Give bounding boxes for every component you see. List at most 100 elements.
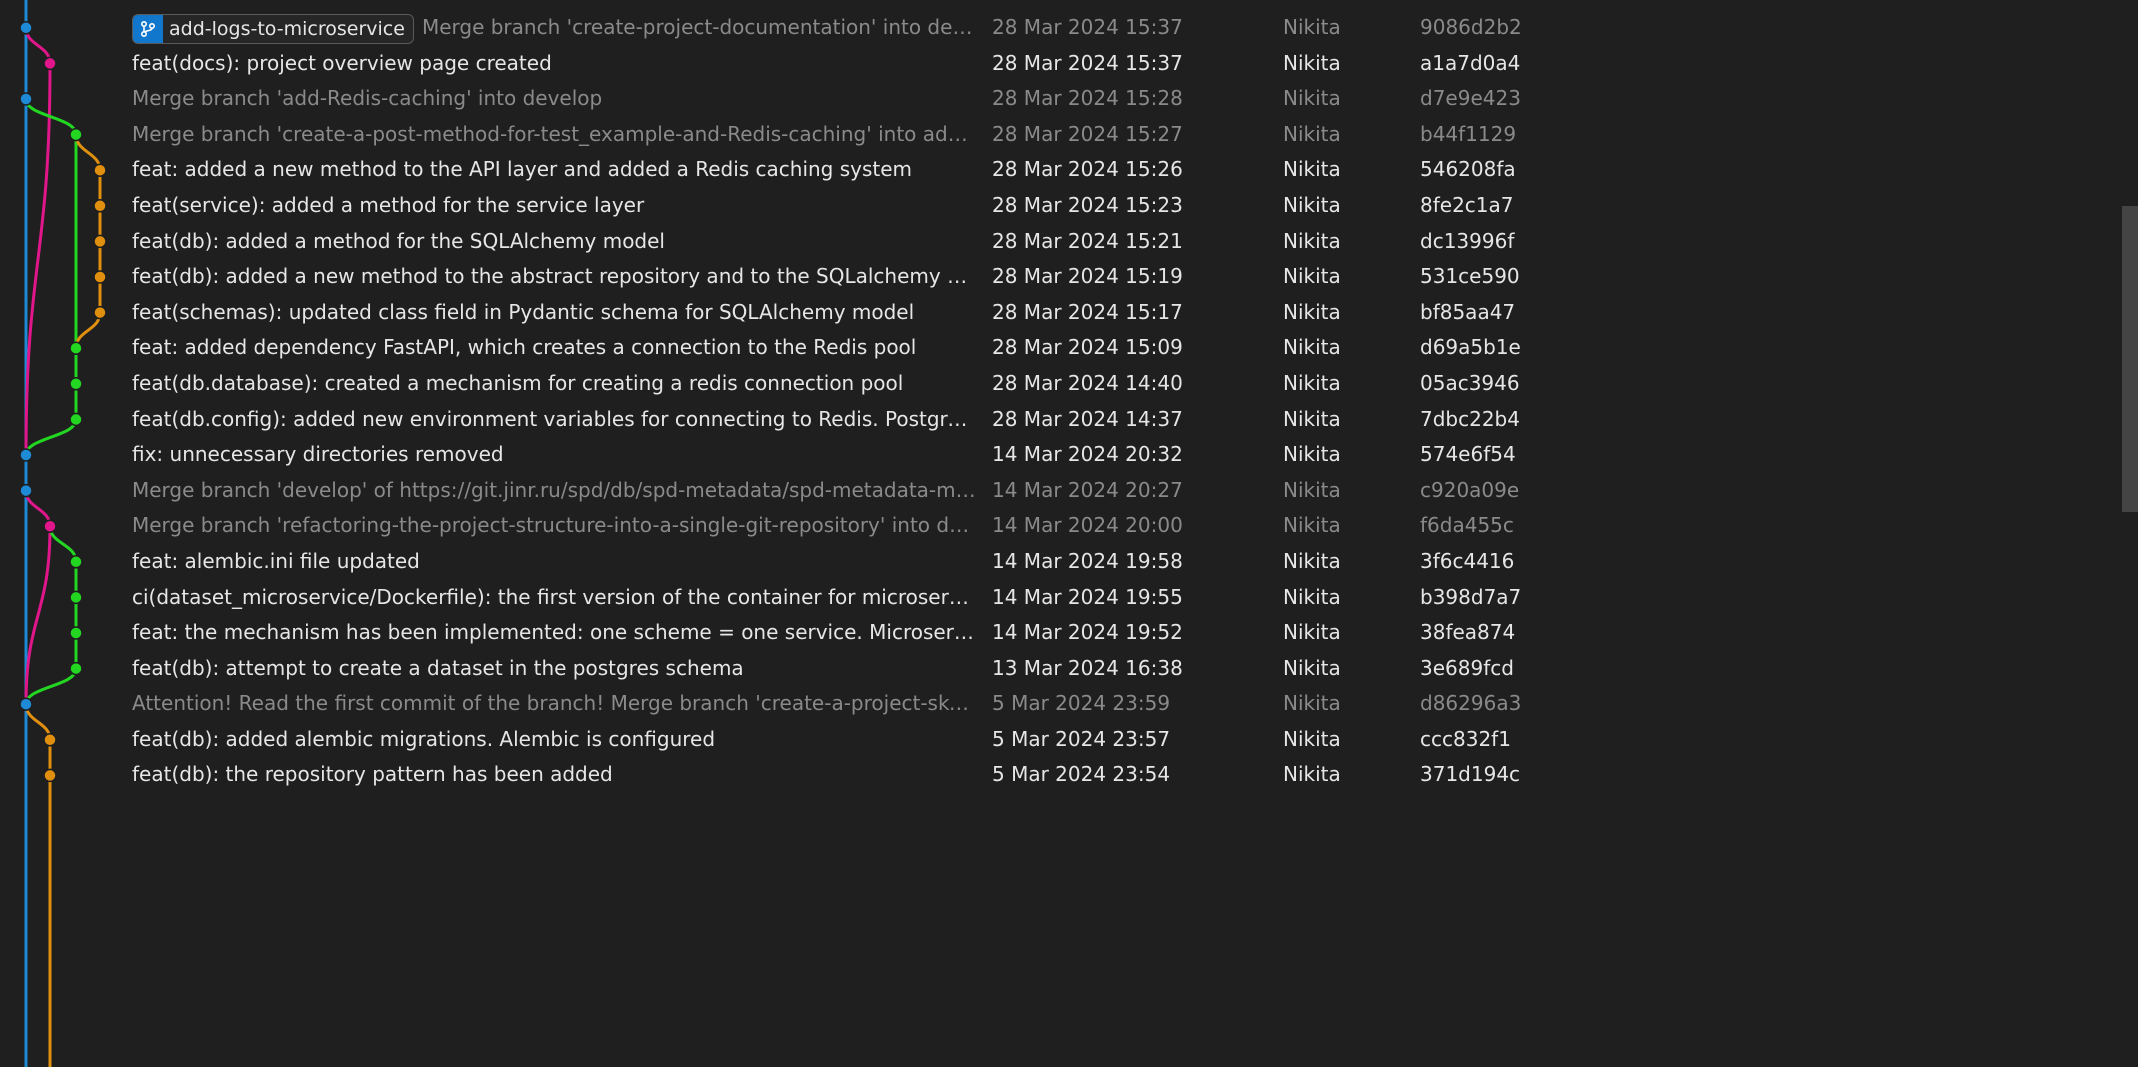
commit-author: Nikita bbox=[1283, 370, 1341, 395]
commit-date: 28 Mar 2024 15:23 bbox=[992, 192, 1183, 217]
commit-message: feat: added a new method to the API laye… bbox=[132, 152, 977, 188]
commit-row[interactable]: feat: added dependency FastAPI, which cr… bbox=[0, 330, 2138, 366]
commit-date: 28 Mar 2024 15:37 bbox=[992, 15, 1183, 39]
commit-hash: b44f1129 bbox=[1420, 121, 1517, 146]
commit-hash: bf85aa47 bbox=[1420, 299, 1516, 324]
commit-message-text: feat(schemas): updated class field in Py… bbox=[132, 299, 915, 324]
commit-row[interactable]: feat(service): added a method for the se… bbox=[0, 188, 2138, 224]
commit-date: 28 Mar 2024 15:27 bbox=[992, 121, 1183, 146]
commit-message-text: feat(service): added a method for the se… bbox=[132, 192, 645, 217]
commit-hash: d86296a3 bbox=[1420, 691, 1522, 716]
commit-date: 14 Mar 2024 19:55 bbox=[992, 584, 1183, 609]
commit-message-text: feat: the mechanism has been implemented… bbox=[132, 620, 977, 645]
commit-row[interactable]: ci(dataset_microservice/Dockerfile): the… bbox=[0, 580, 2138, 616]
commit-message: feat(db): attempt to create a dataset in… bbox=[132, 651, 977, 687]
commit-message-text: feat(db): added a new method to the abst… bbox=[132, 264, 977, 289]
commit-hash: 7dbc22b4 bbox=[1420, 406, 1520, 431]
commit-row[interactable]: feat: alembic.ini file updated 14 Mar 202… bbox=[0, 544, 2138, 580]
commit-hash: 531ce590 bbox=[1420, 264, 1520, 289]
scrollbar-thumb[interactable] bbox=[2122, 206, 2138, 512]
commit-row[interactable]: feat: added a new method to the API laye… bbox=[0, 152, 2138, 188]
commit-date: 14 Mar 2024 19:58 bbox=[992, 548, 1183, 573]
commit-message: feat(service): added a method for the se… bbox=[132, 188, 977, 224]
branch-badge[interactable]: add-logs-to-microservice bbox=[132, 13, 414, 44]
commit-date: 28 Mar 2024 15:17 bbox=[992, 299, 1183, 324]
commit-hash: 05ac3946 bbox=[1420, 370, 1520, 395]
commit-message: Attention! Read the first commit of the … bbox=[132, 686, 977, 722]
commit-author: Nikita bbox=[1283, 726, 1341, 751]
commit-row[interactable]: add-logs-to-microservice Merge branch 'cr… bbox=[0, 10, 2138, 46]
commit-message-text: feat(db.config): added new environment v… bbox=[132, 406, 977, 431]
commit-author: Nikita bbox=[1283, 548, 1341, 573]
commit-date: 28 Mar 2024 15:37 bbox=[992, 50, 1183, 75]
commit-row[interactable]: fix: unnecessary directories removed 14 M… bbox=[0, 437, 2138, 473]
commit-author: Nikita bbox=[1283, 513, 1341, 538]
commit-hash: 574e6f54 bbox=[1420, 442, 1516, 467]
commit-row[interactable]: feat(docs): project overview page create… bbox=[0, 46, 2138, 82]
commit-row[interactable]: Merge branch 'refactoring-the-project-st… bbox=[0, 508, 2138, 544]
commit-author: Nikita bbox=[1283, 335, 1341, 360]
commit-date: 28 Mar 2024 15:19 bbox=[992, 264, 1183, 289]
commit-message-text: Merge branch 'create-a-post-method-for-t… bbox=[132, 121, 977, 146]
commit-hash: 38fea874 bbox=[1420, 620, 1516, 645]
commit-author: Nikita bbox=[1283, 584, 1341, 609]
commit-list: add-logs-to-microservice Merge branch 'cr… bbox=[0, 10, 2138, 793]
commit-row[interactable]: feat(db): added a new method to the abst… bbox=[0, 259, 2138, 295]
commit-message-text: feat: added dependency FastAPI, which cr… bbox=[132, 335, 917, 360]
commit-date: 28 Mar 2024 15:09 bbox=[992, 335, 1183, 360]
commit-hash: dc13996f bbox=[1420, 228, 1515, 253]
commit-row[interactable]: Merge branch 'add-Redis-caching' into de… bbox=[0, 81, 2138, 117]
commit-message-text: Attention! Read the first commit of the … bbox=[132, 691, 977, 716]
commit-author: Nikita bbox=[1283, 691, 1341, 716]
commit-date: 13 Mar 2024 16:38 bbox=[992, 655, 1183, 680]
commit-row[interactable]: Merge branch 'create-a-post-method-for-t… bbox=[0, 117, 2138, 153]
commit-message: feat: the mechanism has been implemented… bbox=[132, 615, 977, 651]
commit-message: feat: alembic.ini file updated bbox=[132, 544, 977, 580]
commit-message: Merge branch 'develop' of https://git.ji… bbox=[132, 473, 977, 509]
commit-row[interactable]: feat(schemas): updated class field in Py… bbox=[0, 295, 2138, 331]
commit-author: Nikita bbox=[1283, 762, 1341, 787]
commit-message: feat(db): added a new method to the abst… bbox=[132, 259, 977, 295]
commit-message-text: feat(db): the repository pattern has bee… bbox=[132, 762, 613, 787]
commit-author: Nikita bbox=[1283, 50, 1341, 75]
commit-date: 5 Mar 2024 23:54 bbox=[992, 762, 1171, 787]
commit-author: Nikita bbox=[1283, 442, 1341, 467]
commit-message: fix: unnecessary directories removed bbox=[132, 437, 977, 473]
commit-author: Nikita bbox=[1283, 264, 1341, 289]
commit-hash: 3f6c4416 bbox=[1420, 548, 1515, 573]
commit-row[interactable]: feat(db.config): added new environment v… bbox=[0, 402, 2138, 438]
commit-message-text: feat(db): added a method for the SQLAlch… bbox=[132, 228, 665, 253]
commit-row[interactable]: feat(db.database): created a mechanism f… bbox=[0, 366, 2138, 402]
commit-author: Nikita bbox=[1283, 299, 1341, 324]
commit-message-text: Merge branch 'refactoring-the-project-st… bbox=[132, 513, 977, 538]
commit-author: Nikita bbox=[1283, 620, 1341, 645]
commit-author: Nikita bbox=[1283, 157, 1341, 182]
commit-message: feat(schemas): updated class field in Py… bbox=[132, 295, 977, 331]
commit-message-text: feat(db): added alembic migrations. Alem… bbox=[132, 726, 716, 751]
commit-message-text: feat(docs): project overview page create… bbox=[132, 50, 552, 75]
commit-message-text: feat: added a new method to the API laye… bbox=[132, 157, 913, 182]
commit-message: feat(db.config): added new environment v… bbox=[132, 402, 977, 438]
commit-row[interactable]: feat: the mechanism has been implemented… bbox=[0, 615, 2138, 651]
commit-row[interactable]: feat(db): attempt to create a dataset in… bbox=[0, 651, 2138, 687]
commit-row[interactable]: Attention! Read the first commit of the … bbox=[0, 686, 2138, 722]
commit-date: 5 Mar 2024 23:59 bbox=[992, 691, 1171, 716]
commit-row[interactable]: Merge branch 'develop' of https://git.ji… bbox=[0, 473, 2138, 509]
commit-message: feat(db): the repository pattern has bee… bbox=[132, 757, 977, 793]
commit-message: feat(db.database): created a mechanism f… bbox=[132, 366, 977, 402]
commit-author: Nikita bbox=[1283, 477, 1341, 502]
commit-row[interactable]: feat(db): added a method for the SQLAlch… bbox=[0, 224, 2138, 260]
commit-author: Nikita bbox=[1283, 121, 1341, 146]
commit-date: 14 Mar 2024 20:32 bbox=[992, 442, 1183, 467]
commit-row[interactable]: feat(db): added alembic migrations. Alem… bbox=[0, 722, 2138, 758]
commit-date: 28 Mar 2024 14:37 bbox=[992, 406, 1183, 431]
commit-message: feat(docs): project overview page create… bbox=[132, 46, 977, 82]
commit-author: Nikita bbox=[1283, 406, 1341, 431]
commit-message-text: fix: unnecessary directories removed bbox=[132, 442, 504, 467]
commit-date: 28 Mar 2024 15:26 bbox=[992, 157, 1183, 182]
commit-author: Nikita bbox=[1283, 192, 1341, 217]
commit-message: ci(dataset_microservice/Dockerfile): the… bbox=[132, 580, 977, 616]
commit-hash: c920a09e bbox=[1420, 477, 1520, 502]
commit-row[interactable]: feat(db): the repository pattern has bee… bbox=[0, 757, 2138, 793]
commit-hash: d7e9e423 bbox=[1420, 86, 1521, 111]
